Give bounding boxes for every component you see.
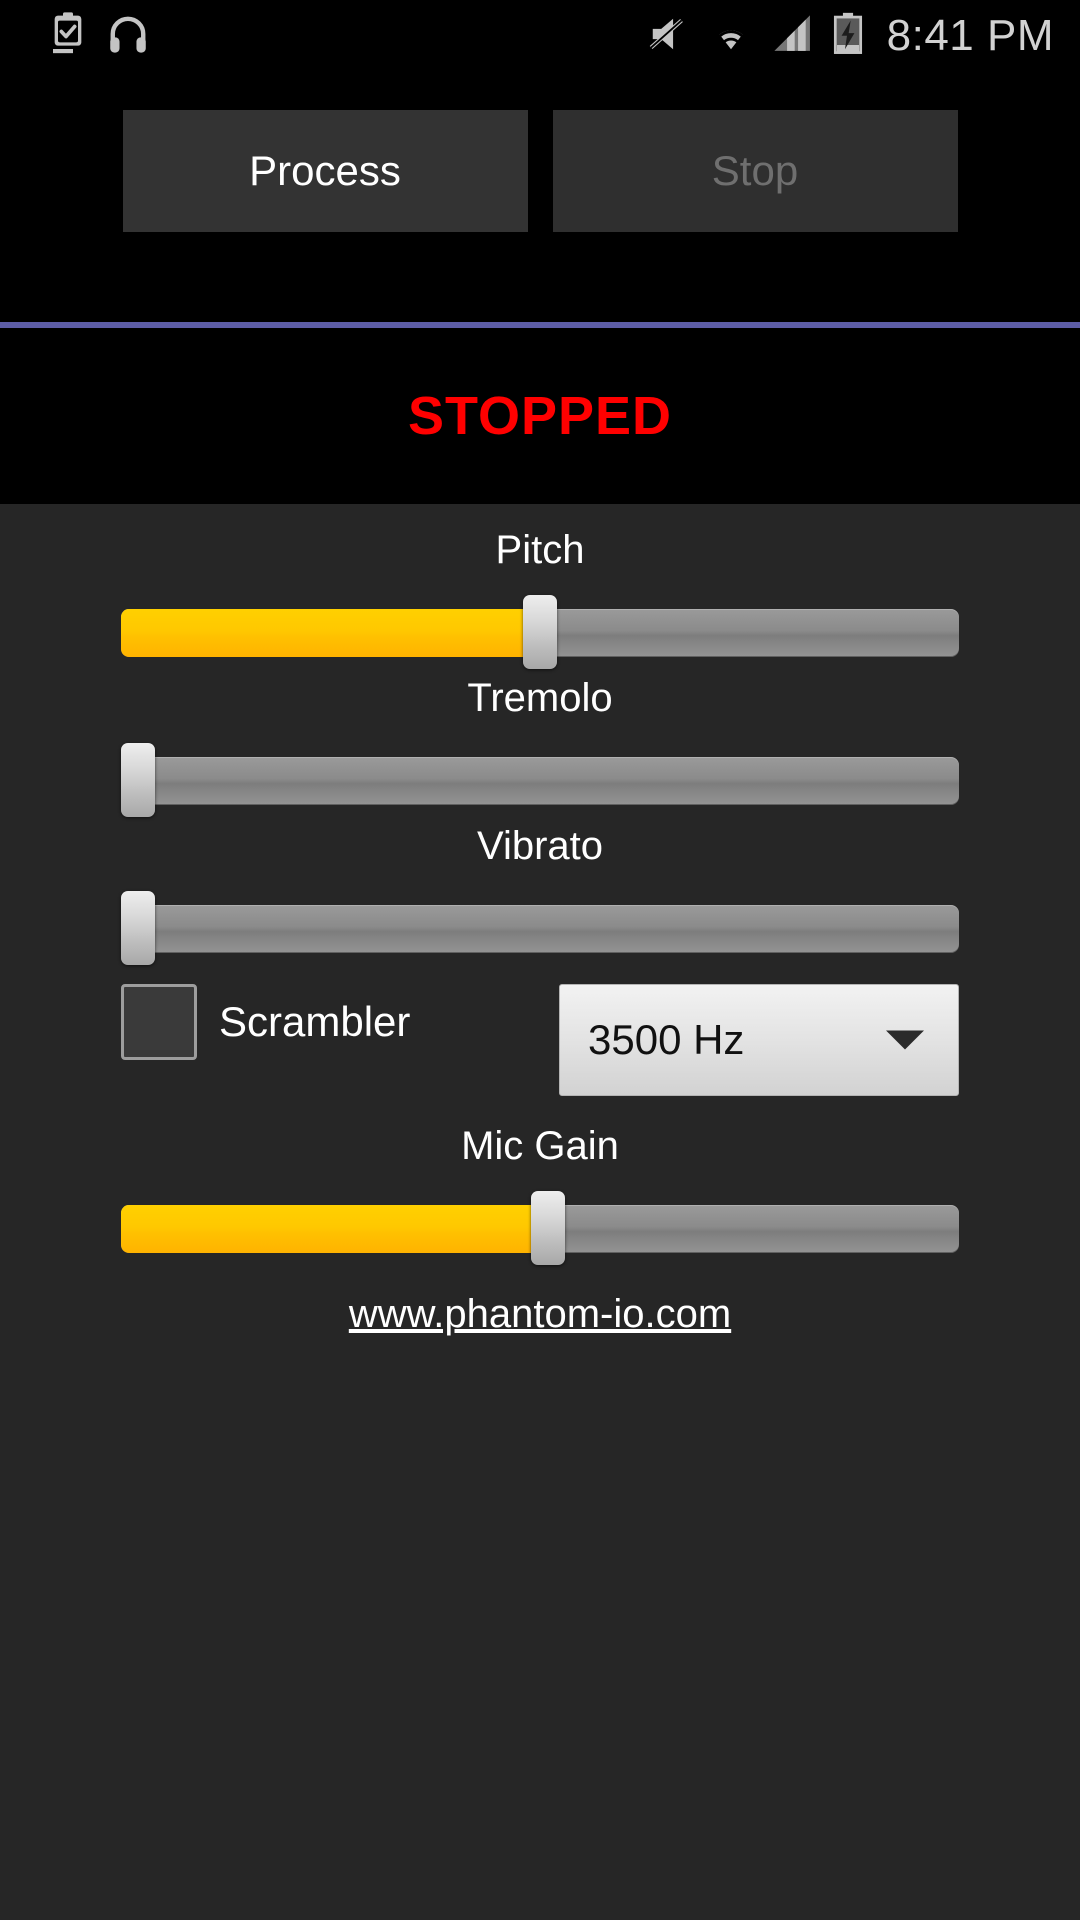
mic-gain-slider[interactable] (121, 1191, 959, 1265)
status-bar-clock: 8:41 PM (886, 11, 1054, 60)
controls-panel: Pitch Tremolo Vibrato Scrambler 3500 Hz (0, 504, 1080, 1920)
vibrato-control: Vibrato (0, 824, 1080, 965)
mic-gain-label: Mic Gain (461, 1124, 619, 1168)
tremolo-label: Tremolo (467, 676, 613, 720)
scrambler-label: Scrambler (219, 998, 411, 1045)
status-bar: 8:41 PM (0, 0, 1080, 72)
pitch-slider-fill (121, 609, 540, 657)
footer: www.phantom-io.com (0, 1292, 1080, 1337)
pitch-control: Pitch (0, 528, 1080, 669)
website-link[interactable]: www.phantom-io.com (349, 1292, 731, 1336)
pitch-label: Pitch (495, 528, 585, 572)
tremolo-control: Tremolo (0, 676, 1080, 817)
volume-muted-icon (645, 12, 691, 61)
frequency-spinner-value: 3500 Hz (588, 1016, 745, 1063)
mic-gain-slider-thumb[interactable] (531, 1191, 566, 1265)
scrambler-row: Scrambler 3500 Hz (121, 984, 959, 1096)
tremolo-slider-track[interactable] (121, 757, 959, 805)
vibrato-label: Vibrato (476, 824, 603, 868)
wifi-icon (707, 12, 755, 61)
vibrato-slider-thumb[interactable] (121, 891, 155, 965)
status-bar-left-icons (48, 0, 150, 72)
mic-gain-slider-fill (121, 1205, 549, 1253)
vibrato-slider-track[interactable] (121, 905, 959, 953)
status-bar-right-icons: 8:41 PM (645, 0, 1054, 72)
mic-gain-control: Mic Gain (0, 1124, 1080, 1265)
process-button[interactable]: Process (122, 110, 528, 232)
status-region: STOPPED (0, 328, 1080, 504)
clipboard-check-icon (48, 11, 88, 61)
vibrato-slider[interactable] (121, 891, 959, 965)
tremolo-slider[interactable] (121, 743, 959, 817)
top-button-bar: Process Stop (0, 72, 1080, 326)
frequency-spinner[interactable]: 3500 Hz (559, 984, 959, 1096)
scrambler-checkbox[interactable] (121, 984, 197, 1060)
stop-button[interactable]: Stop (552, 110, 958, 232)
pitch-slider[interactable] (121, 595, 959, 669)
tremolo-slider-thumb[interactable] (121, 743, 155, 817)
status-badge: STOPPED (407, 386, 673, 446)
pitch-slider-thumb[interactable] (523, 595, 557, 669)
transport-buttons: Process Stop (0, 110, 1080, 232)
battery-charging-icon (831, 12, 865, 61)
cellular-signal-icon (771, 12, 815, 61)
chevron-down-icon (886, 1030, 924, 1050)
headphones-icon (106, 12, 150, 61)
